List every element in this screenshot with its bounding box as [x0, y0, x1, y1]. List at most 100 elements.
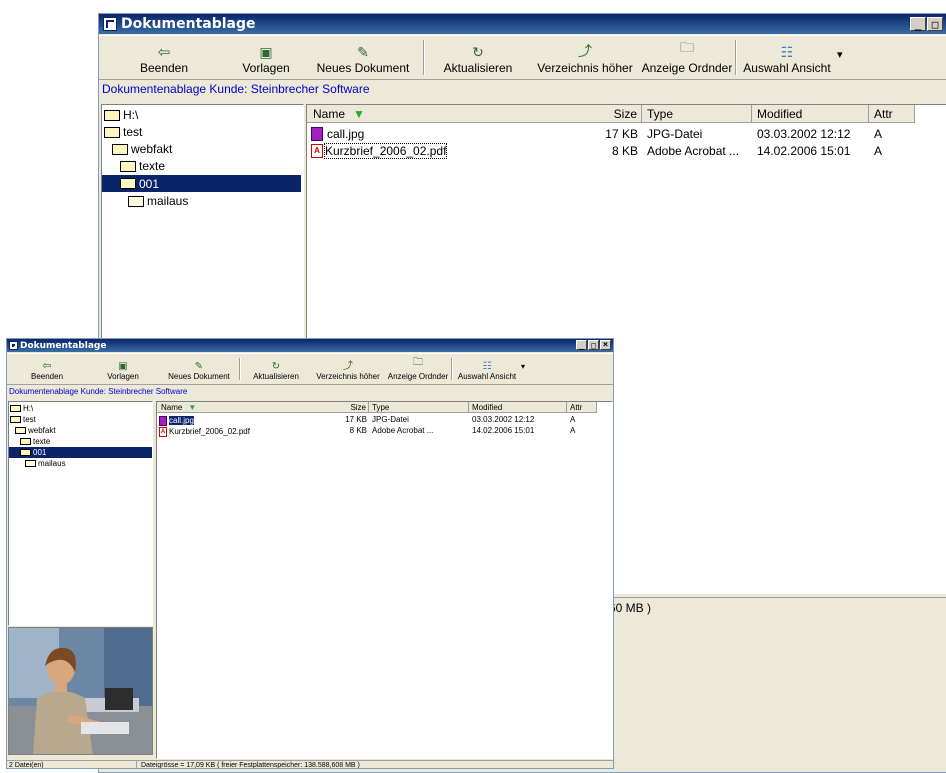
templates-button[interactable]: ▣ Vorlagen — [229, 36, 303, 79]
tree-item-label: H:\ — [23, 404, 34, 413]
view-select-icon: ☷ — [482, 361, 492, 372]
file-modified: 03.03.2002 12:12 — [472, 415, 535, 424]
folder-open-icon — [10, 416, 21, 423]
show-folders-button[interactable]: 🗀 Anzeige Ordnder — [385, 354, 451, 384]
tree-item-test[interactable]: test — [104, 124, 142, 140]
file-modified: 03.03.2002 12:12 — [757, 127, 851, 141]
tree-item-test[interactable]: test — [10, 414, 36, 425]
column-header-attr[interactable]: Attr — [869, 105, 915, 123]
tree-item-webfakt[interactable]: webfakt — [112, 141, 172, 157]
folder-open-icon — [20, 438, 31, 445]
file-size: 17 KB — [605, 127, 638, 141]
tree-item-label: test — [23, 415, 36, 424]
title-bar[interactable]: Dokumentablage _ □ × — [7, 339, 613, 352]
jpg-file-icon — [159, 415, 167, 426]
new-document-label: Neues Dokument — [316, 61, 410, 75]
tree-item-texte[interactable]: texte — [20, 436, 50, 447]
column-header-type[interactable]: Type — [369, 402, 469, 413]
close-button[interactable]: × — [600, 340, 611, 350]
folder-up-button[interactable]: ⤴ Verzeichnis höher — [531, 36, 639, 79]
tree-item-label: texte — [33, 437, 51, 446]
tree-item-h-drive[interactable]: H:\ — [10, 403, 33, 414]
sort-arrow-icon: ▼ — [188, 402, 197, 412]
folder-open-icon — [20, 449, 31, 456]
pdf-file-icon: A — [311, 143, 323, 158]
column-header-modified[interactable]: Modified — [752, 105, 869, 123]
tree-item-label: 001 — [139, 176, 160, 191]
maximize-button[interactable]: □ — [588, 340, 599, 350]
jpg-file-icon — [311, 127, 323, 141]
customer-line: Dokumentenablage Kunde: Steinbrecher Sof… — [9, 387, 188, 396]
folder-closed-icon — [128, 195, 144, 207]
minimize-button[interactable]: _ — [576, 340, 587, 350]
templates-icon: ▣ — [259, 45, 273, 61]
sort-arrow-icon: ▼ — [353, 106, 365, 121]
view-dropdown-arrow[interactable]: ▾ — [837, 36, 843, 79]
folder-open-icon — [112, 143, 128, 155]
column-header-size[interactable]: Size — [317, 402, 369, 413]
folder-closed-icon — [25, 460, 36, 467]
maximize-button[interactable]: □ — [927, 17, 943, 31]
folder-open-icon — [120, 178, 136, 189]
column-header-type[interactable]: Type — [642, 105, 752, 123]
file-attr: A — [874, 127, 883, 141]
table-row[interactable]: A Kurzbrief_2006_02.pdf — [159, 426, 309, 437]
folder-open-icon — [15, 427, 26, 434]
exit-icon: ⇦ — [42, 359, 52, 372]
templates-icon: ▣ — [118, 361, 128, 372]
tree-item-label: mailaus — [38, 459, 66, 468]
window-title: Dokumentablage — [20, 340, 107, 351]
title-bar[interactable]: Dokumentablage _ □ — [99, 14, 946, 34]
show-folders-label: Anzeige Ordnder — [641, 61, 733, 75]
templates-button[interactable]: ▣ Vorlagen — [87, 354, 159, 384]
tree-item-001[interactable]: 001 — [102, 175, 301, 192]
status-file-info: Dateigrösse = 17,09 KB ( freier Festplat… — [141, 762, 360, 769]
folder-up-button[interactable]: ⤴ Verzeichnis höher — [311, 354, 385, 384]
app-icon — [9, 341, 18, 350]
folder-tree[interactable]: H:\ test webfakt texte 001 mailaus — [8, 401, 153, 626]
tree-item-webfakt[interactable]: webfakt — [15, 425, 56, 436]
column-header-size[interactable]: Size — [537, 105, 642, 123]
folder-tree[interactable]: H:\ test webfakt texte 001 mailaus — [101, 104, 304, 344]
tree-item-mailaus[interactable]: mailaus — [128, 193, 188, 209]
tree-item-h-drive[interactable]: H:\ — [104, 107, 138, 123]
show-folders-icon: 🗀 — [413, 357, 423, 368]
app-icon — [103, 17, 117, 31]
new-document-button[interactable]: ✎ Neues Dokument — [159, 354, 239, 384]
window-title: Dokumentablage — [121, 16, 256, 32]
file-attr: A — [570, 415, 576, 424]
minimize-button[interactable]: _ — [910, 17, 926, 31]
refresh-button[interactable]: ↻ Aktualisieren — [425, 36, 531, 79]
refresh-icon: ↻ — [472, 45, 484, 61]
tree-item-001[interactable]: 001 — [9, 447, 152, 458]
show-folders-button[interactable]: 🗀 Anzeige Ordnder — [639, 36, 735, 79]
show-folders-icon: 🗀 — [680, 40, 694, 56]
file-size: 8 KB — [349, 426, 367, 435]
file-modified: 14.02.2006 15:01 — [472, 426, 535, 435]
column-header-modified[interactable]: Modified — [469, 402, 567, 413]
tree-item-texte[interactable]: texte — [120, 158, 165, 174]
customer-line: Dokumentenablage Kunde: Steinbrecher Sof… — [102, 82, 370, 96]
new-document-button[interactable]: ✎ Neues Dokument — [303, 36, 423, 79]
column-header-attr[interactable]: Attr — [567, 402, 597, 413]
table-row[interactable]: call.jpg — [159, 415, 309, 426]
agent-photo-graphic — [9, 628, 152, 754]
templates-label: Vorlagen — [107, 372, 139, 381]
view-dropdown-arrow[interactable]: ▾ — [521, 354, 525, 384]
status-file-count: 2 Datei(en) — [7, 761, 137, 768]
tree-item-label: webfakt — [28, 426, 56, 435]
exit-button[interactable]: ⇦ Beenden — [7, 354, 87, 384]
folder-up-label: Verzeichnis höher — [537, 61, 633, 75]
refresh-button[interactable]: ↻ Aktualisieren — [241, 354, 311, 384]
exit-button[interactable]: ⇦ Beenden — [99, 36, 229, 79]
refresh-label: Aktualisieren — [253, 372, 299, 381]
view-select-button[interactable]: ☷ Auswahl Ansicht — [453, 354, 521, 384]
view-select-button[interactable]: ☷ Auswahl Ansicht — [737, 36, 837, 79]
file-list[interactable]: Name ▼ Size Type Modified Attr call.jpg … — [156, 401, 613, 759]
exit-label: Beenden — [139, 61, 189, 75]
main-window-small: Dokumentablage _ □ × ⇦ Beenden ▣ Vorlage… — [6, 338, 614, 769]
file-type: Adobe Acrobat ... — [372, 426, 434, 435]
tree-item-mailaus[interactable]: mailaus — [25, 458, 66, 469]
folder-open-icon — [104, 109, 120, 121]
file-type: JPG-Datei — [372, 415, 409, 424]
